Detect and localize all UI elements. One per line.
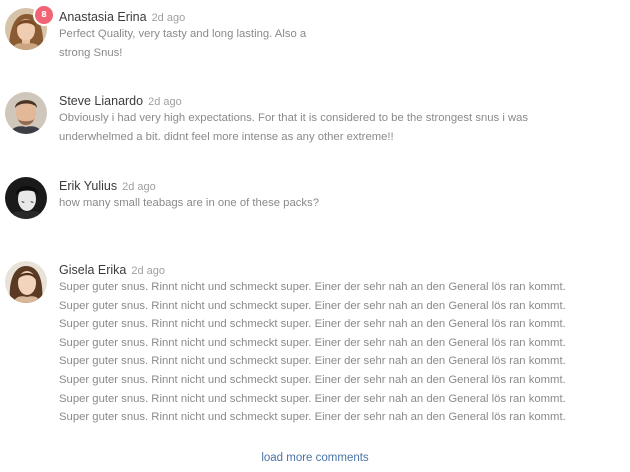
comment-text-line: Super guter snus. Rinnt nicht und schmec… (59, 336, 566, 349)
comment-text-line: Perfect Quality, very tasty and long las… (59, 28, 307, 40)
load-more-comments-link[interactable]: load more comments (0, 452, 630, 464)
comment-text-line: Super guter snus. Rinnt nicht und schmec… (59, 411, 566, 424)
comment-author[interactable]: Gisela Erika (59, 263, 126, 277)
comment-text-line: how many small teabags are in one of the… (59, 197, 319, 209)
comment-body: Anastasia Erina 2d ago Perfect Quality, v… (59, 8, 620, 62)
comment-text: Super guter snus. Rinnt nicht und schmec… (59, 278, 620, 427)
comment-header: Steve Lianardo 2d ago (59, 92, 620, 109)
comment-text-line: underwhelmed a bit. didnt feel more inte… (59, 130, 394, 143)
avatar[interactable] (5, 92, 47, 134)
comment-author[interactable]: Steve Lianardo (59, 94, 143, 108)
comment-text: Obviously i had very high expectations. … (59, 109, 620, 146)
comment-time: 2d ago (122, 181, 156, 193)
man-avatar-icon (5, 177, 47, 219)
comment-text-line: Obviously i had very high expectations. … (59, 112, 529, 124)
woman-avatar-icon (5, 261, 47, 303)
comment-body: Erik Yulius 2d ago how many small teabags… (59, 177, 620, 213)
comment-text-line: Super guter snus. Rinnt nicht und schmec… (59, 318, 566, 331)
avatar[interactable] (5, 261, 47, 303)
comment-text-line: Super guter snus. Rinnt nicht und schmec… (59, 355, 566, 368)
comment-body: Gisela Erika 2d ago Super guter snus. Rin… (59, 261, 620, 427)
comment-text-line: Super guter snus. Rinnt nicht und schmec… (59, 281, 566, 293)
notification-badge: 8 (33, 4, 55, 26)
comment-time: 2d ago (148, 96, 182, 108)
comment-time: 2d ago (131, 265, 166, 277)
comment-text: Perfect Quality, very tasty and long las… (59, 25, 620, 62)
comment-header: Anastasia Erina 2d ago (59, 8, 620, 25)
comment-body: Steve Lianardo 2d ago Obviously i had ver… (59, 92, 620, 146)
comment-text-line: Super guter snus. Rinnt nicht und schmec… (59, 392, 566, 405)
comment-text-line: strong Snus! (59, 46, 123, 59)
man-avatar-icon (5, 92, 47, 134)
comment-author[interactable]: Anastasia Erina (59, 10, 147, 24)
comment-text-line: Super guter snus. Rinnt nicht und schmec… (59, 299, 566, 312)
comments-section: 8 Anastasia Erina 2d ago Perfect Quality,… (0, 0, 630, 472)
comment-header: Erik Yulius 2d ago (59, 177, 620, 194)
comment-header: Gisela Erika 2d ago (59, 261, 620, 278)
comment-time: 2d ago (151, 12, 186, 24)
avatar[interactable] (5, 177, 47, 219)
comment-text-line: Super guter snus. Rinnt nicht und schmec… (59, 373, 566, 386)
comment-text: how many small teabags are in one of the… (59, 194, 620, 213)
comment-author[interactable]: Erik Yulius (59, 179, 117, 193)
